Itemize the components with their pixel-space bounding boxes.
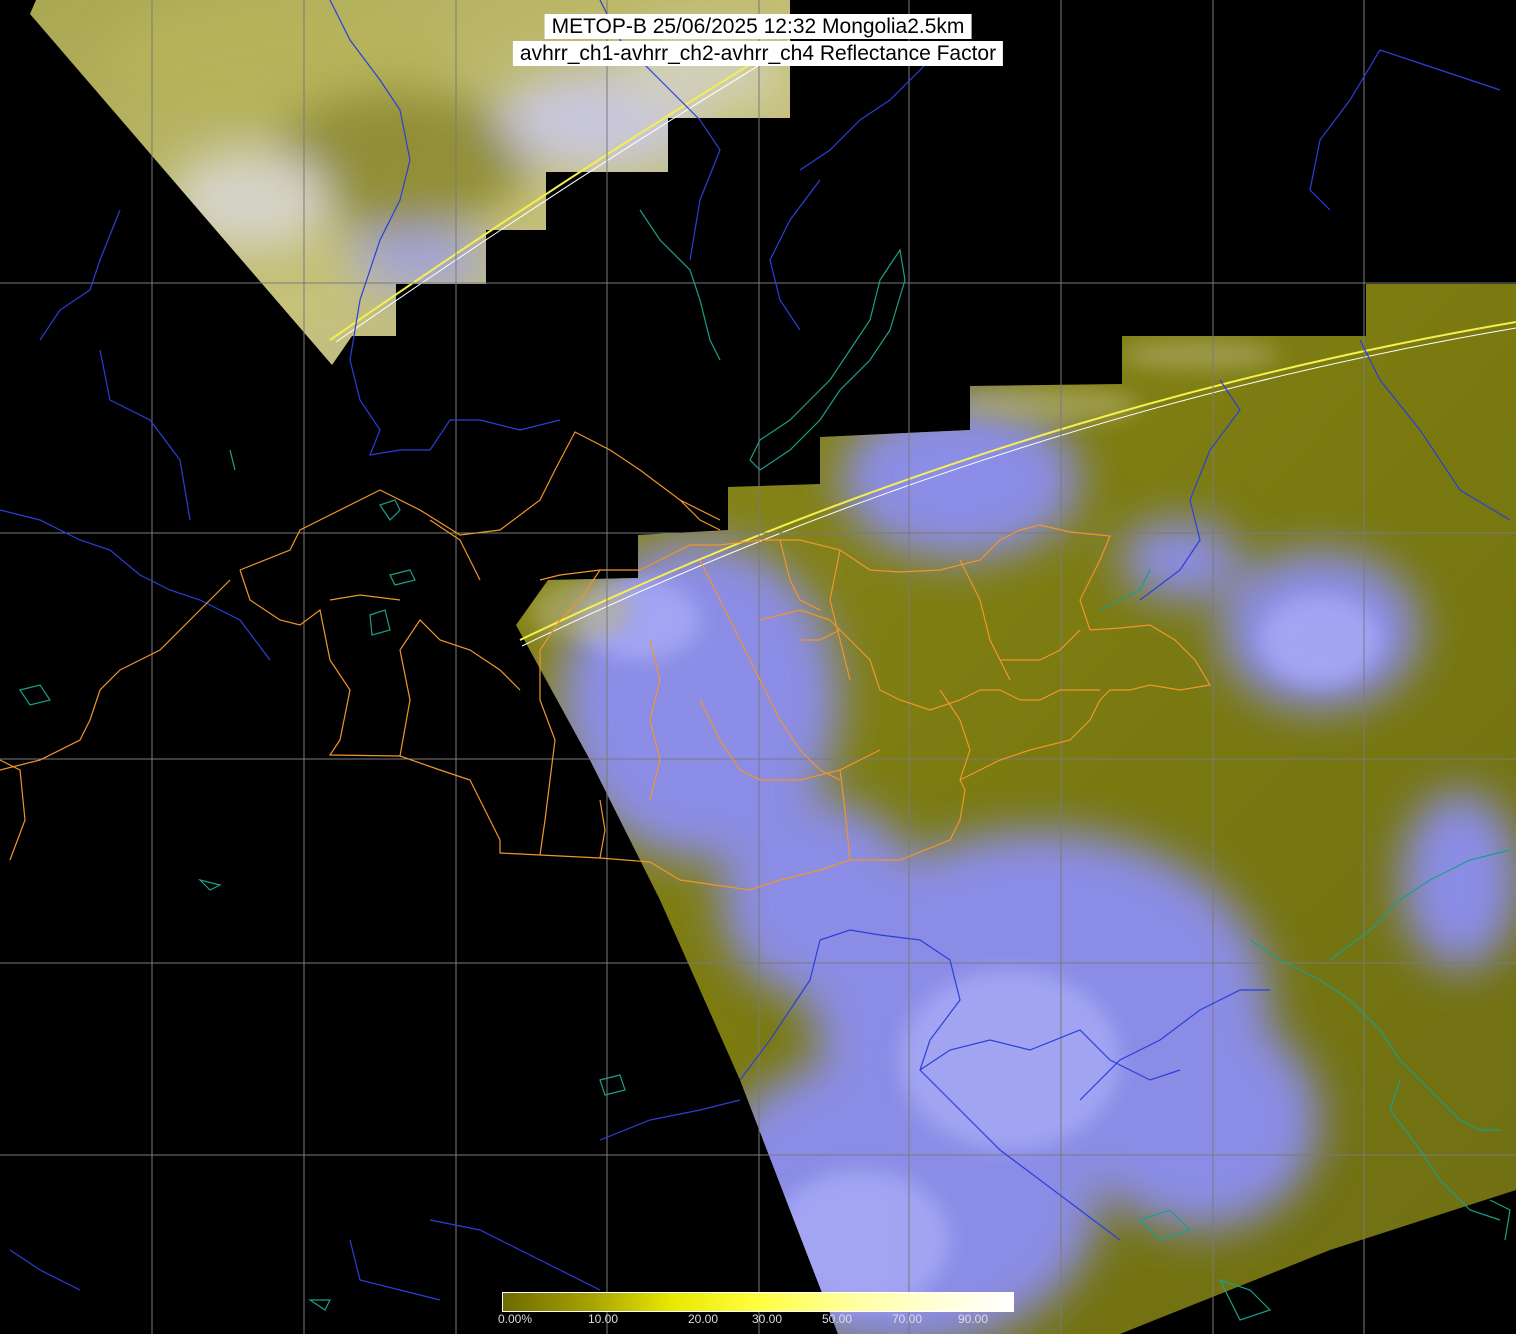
colorbar-label: 70.00 (892, 1312, 923, 1326)
colorbar-label: 30.00 (752, 1312, 783, 1326)
colorbar-label: 50.00 (822, 1312, 853, 1326)
map-title-line1: METOP-B 25/06/2025 12:32 Mongolia2.5km (544, 14, 972, 39)
colorbar-label: 20.00 (688, 1312, 719, 1326)
map-title-line2: avhrr_ch1-avhrr_ch2-avhrr_ch4 Reflectanc… (512, 41, 1004, 66)
colorbar-label: 10.00 (588, 1312, 619, 1326)
satellite-map (0, 0, 1516, 1334)
colorbar-label: 90.00 (958, 1312, 989, 1326)
colorbar-gradient (502, 1292, 1014, 1312)
colorbar-label: 0.00% (498, 1312, 533, 1326)
colorbar-legend: 0.00% 10.00 20.00 30.00 50.00 70.00 90.0… (498, 1292, 1016, 1334)
